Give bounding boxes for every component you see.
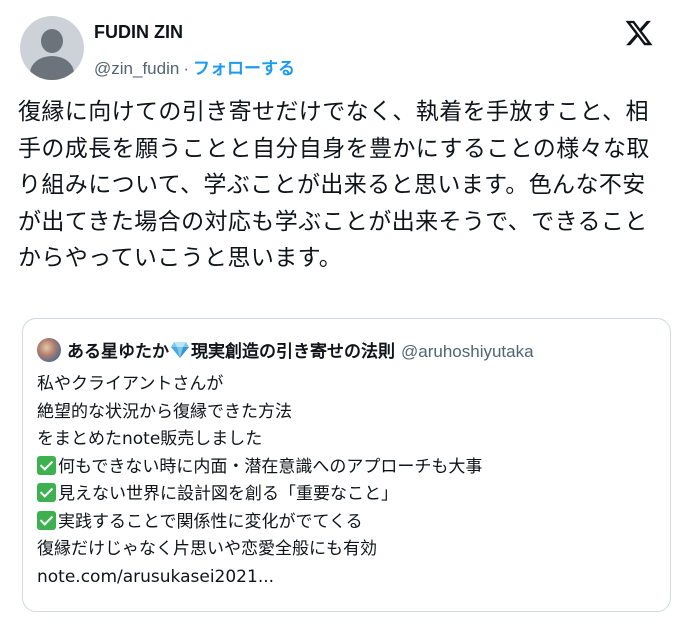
follow-button[interactable]: フォローする	[193, 59, 295, 78]
quoted-line: 絶望的な状況から復縁できた方法	[37, 401, 292, 422]
quoted-link[interactable]: note.com/arusukasei2021...	[37, 564, 657, 592]
author-handle[interactable]: @zin_fudin	[94, 59, 179, 78]
quoted-line: 私やクライアントさんが	[37, 374, 224, 394]
quoted-check-line: 見えない世界に設計図を創る「重要なこと」	[37, 481, 657, 509]
check-mark-icon	[37, 483, 56, 502]
quoted-check-text: 実践することで関係性に変化がでてくる	[58, 511, 363, 532]
author-handle-row: @zin_fudin · フォローする	[94, 54, 295, 79]
quoted-line: をまとめたnote販売しました	[37, 429, 263, 449]
quoted-tweet-body: 私やクライアントさんが 絶望的な状況から復縁できた方法 をまとめたnote販売し…	[37, 371, 657, 591]
avatar-head-shape	[41, 29, 63, 53]
quoted-check-line: 実践することで関係性に変化がでてくる	[37, 509, 657, 537]
check-mark-icon	[37, 510, 56, 530]
quoted-author-name-part2[interactable]: 現実創造の引き寄せの法則	[191, 342, 395, 362]
quoted-closing-line: 復縁だけじゃなく片思いや恋愛全般にも有効	[37, 539, 377, 559]
quoted-tweet[interactable]: ある星ゆたか 現実創造の引き寄せの法則 @aruhoshiyutaka 私やクライ…	[22, 318, 671, 612]
quoted-author-avatar[interactable]	[37, 338, 61, 362]
quoted-check-text: 見えない世界に設計図を創る「重要なこと」	[58, 484, 398, 504]
x-logo-icon[interactable]	[624, 18, 654, 48]
avatar-body-shape	[30, 56, 74, 80]
gem-icon	[171, 342, 189, 358]
author-avatar[interactable]	[20, 16, 84, 80]
tweet-header: FUDIN ZIN @zin_fudin · フォローする	[20, 14, 662, 84]
tweet-body-text: 復縁に向けての引き寄せだけでなく、執着を手放すこと、相手の成長を願うことと自分自…	[18, 99, 650, 271]
quoted-tweet-header: ある星ゆたか 現実創造の引き寄せの法則 @aruhoshiyutaka	[37, 337, 534, 362]
quoted-check-text: 何もできない時に内面・潜在意識へのアプローチも大事	[58, 456, 483, 477]
quoted-check-line: 何もできない時に内面・潜在意識へのアプローチも大事	[37, 454, 657, 482]
embedded-tweet-card: FUDIN ZIN @zin_fudin · フォローする 復縁に向けての引き寄せだ…	[0, 0, 682, 621]
quoted-author-handle[interactable]: @aruhoshiyutaka	[401, 342, 534, 361]
separator-dot: ·	[183, 59, 189, 78]
author-name[interactable]: FUDIN ZIN	[94, 22, 183, 43]
check-mark-icon	[37, 455, 56, 475]
quoted-author-name-part1[interactable]: ある星ゆたか	[67, 342, 169, 362]
